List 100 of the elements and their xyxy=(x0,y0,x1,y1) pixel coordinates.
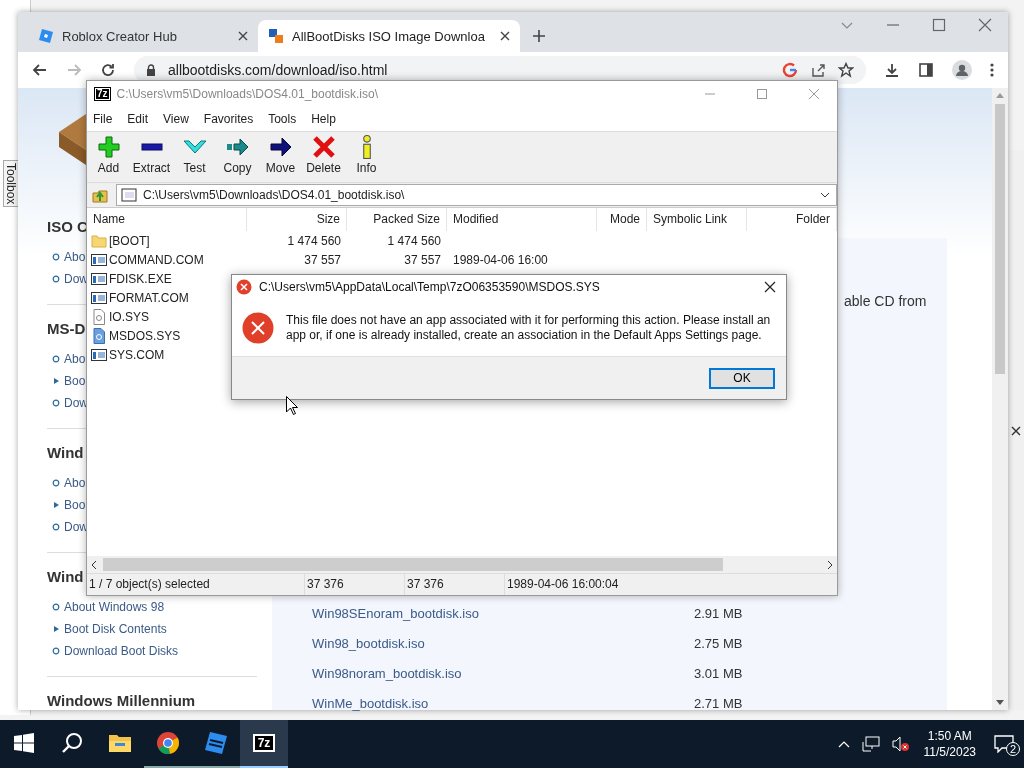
x-icon xyxy=(311,135,336,159)
column-header[interactable]: Symbolic Link xyxy=(647,208,747,231)
file-name[interactable]: FDISK.EXE xyxy=(109,271,172,286)
column-header[interactable]: Name xyxy=(87,208,247,231)
close-icon[interactable] xyxy=(764,281,776,293)
notification-count: 2 xyxy=(1006,742,1020,756)
reload-icon[interactable] xyxy=(100,62,116,78)
toolbar-button[interactable]: Copy xyxy=(216,133,259,181)
message-icon xyxy=(994,735,1014,753)
sidebar-link[interactable]: Boo xyxy=(64,374,86,388)
file-size: 37 557 xyxy=(304,252,341,267)
clock[interactable]: 1:50 AM 11/5/2023 xyxy=(915,729,984,759)
sidebar-link[interactable]: Download Boot Disks xyxy=(64,644,179,658)
scrollbar[interactable] xyxy=(992,88,1008,710)
file-name[interactable]: IO.SYS xyxy=(109,309,149,324)
file-name[interactable]: MSDOS.SYS xyxy=(109,328,181,343)
sidebar-link[interactable]: Abo xyxy=(64,250,86,264)
network-icon[interactable] xyxy=(861,736,880,752)
document-icon xyxy=(91,327,107,344)
error-icon xyxy=(242,311,274,344)
sidebar-link[interactable]: Abo xyxy=(64,476,86,490)
sidebar-link[interactable]: Abo xyxy=(64,352,86,366)
arrow-icon xyxy=(268,135,293,159)
sidebar-heading: Wind xyxy=(47,443,84,463)
clock-date: 11/5/2023 xyxy=(923,745,976,759)
scroll-thumb[interactable] xyxy=(995,104,1005,374)
sidebar-link[interactable]: About Windows 98 xyxy=(64,600,165,614)
download-link[interactable]: Win98SEnoram_bootdisk.iso xyxy=(312,599,694,629)
menu-item[interactable]: File xyxy=(93,112,113,126)
program-file-icon xyxy=(91,289,107,306)
file-name[interactable]: SYS.COM xyxy=(109,347,165,362)
toolbar-button[interactable]: Extract xyxy=(130,133,173,181)
file-name[interactable]: FORMAT.COM xyxy=(109,290,189,305)
path-field[interactable]: C:\Users\vm5\Downloads\DOS4.01_bootdisk.iso\ xyxy=(116,184,837,206)
download-icon[interactable] xyxy=(884,62,900,78)
download-link[interactable]: WinMe_bootdisk.iso xyxy=(312,689,694,719)
sidebar-link[interactable]: Boot Disk Contents xyxy=(64,622,167,636)
menu-item[interactable]: Help xyxy=(311,112,336,126)
share-icon[interactable] xyxy=(810,62,826,78)
menu-item[interactable]: Edit xyxy=(127,112,149,126)
toolbar-button[interactable]: Delete xyxy=(302,133,345,181)
back-icon[interactable] xyxy=(32,62,48,78)
ok-button[interactable]: OK xyxy=(709,367,775,389)
scroll-down-icon[interactable] xyxy=(996,700,1004,706)
column-header[interactable]: Folder xyxy=(747,208,837,231)
profile-icon[interactable] xyxy=(952,60,972,80)
file-name[interactable]: [BOOT] xyxy=(109,233,150,248)
download-link[interactable]: Win98noram_bootdisk.iso xyxy=(312,659,694,689)
column-header[interactable]: Size xyxy=(247,208,347,231)
taskbar-archiver-button[interactable]: 7z xyxy=(240,720,288,768)
download-link[interactable]: Win98_bootdisk.iso xyxy=(312,629,694,659)
status-text: 1989-04-06 16:00:04 xyxy=(506,576,620,593)
toolbar-button[interactable]: Move xyxy=(259,133,302,181)
search-icon xyxy=(61,732,83,754)
menu-icon[interactable] xyxy=(990,62,994,78)
scroll-left-icon[interactable] xyxy=(91,560,97,569)
triangle-bullet-icon xyxy=(52,625,60,633)
side-panel-icon[interactable] xyxy=(918,62,934,78)
program-file-icon xyxy=(91,270,107,287)
circle-bullet-icon xyxy=(52,647,60,655)
chevron-up-icon[interactable] xyxy=(837,740,850,748)
close-icon[interactable] xyxy=(238,31,248,41)
volume-muted-icon[interactable] xyxy=(891,736,910,752)
toolbox-tab[interactable]: Toolbox xyxy=(3,160,19,208)
notification-button[interactable]: 2 xyxy=(984,720,1024,768)
browser-tab[interactable]: AllBootDisks ISO Image Downloa xyxy=(258,20,520,52)
packed-size: 37 557 xyxy=(404,252,441,267)
toolbar-button[interactable]: Test xyxy=(173,133,216,181)
browser-tab[interactable]: Roblox Creator Hub xyxy=(28,20,258,52)
circle-bullet-icon xyxy=(52,603,60,611)
menu-item[interactable]: Favorites xyxy=(203,112,254,126)
toolbar-button[interactable]: Info xyxy=(345,133,388,181)
menu-item[interactable]: View xyxy=(163,112,189,126)
modified-date: 1989-04-06 16:00 xyxy=(453,252,548,267)
column-header[interactable]: Packed Size xyxy=(347,208,447,231)
horizontal-scrollbar[interactable] xyxy=(87,556,837,573)
sidebar-heading: MS-D xyxy=(47,319,86,339)
squares-icon xyxy=(268,28,284,44)
triangle-bullet-icon xyxy=(52,377,60,385)
scroll-thumb[interactable] xyxy=(103,558,723,571)
sidebar-link[interactable]: Boo xyxy=(64,498,86,512)
g-logo-icon[interactable] xyxy=(782,62,798,78)
packed-size: 1 474 560 xyxy=(387,233,441,248)
folder-up-icon[interactable] xyxy=(92,187,108,203)
file-name[interactable]: COMMAND.COM xyxy=(109,252,204,267)
plus-icon xyxy=(96,135,121,159)
maximize-icon[interactable] xyxy=(756,88,768,100)
circle-bullet-icon xyxy=(52,253,60,261)
column-header[interactable]: Modified xyxy=(447,208,597,231)
scroll-right-icon[interactable] xyxy=(827,560,833,569)
circle-bullet-icon xyxy=(52,479,60,487)
maximize-icon[interactable] xyxy=(932,18,946,32)
dropdown-caret-icon[interactable] xyxy=(820,192,830,198)
toolbar-button[interactable]: Add xyxy=(87,133,130,181)
close-icon[interactable] xyxy=(1011,426,1021,436)
star-icon[interactable] xyxy=(838,62,854,78)
menu-item[interactable]: Tools xyxy=(268,112,297,126)
column-header[interactable]: Mode xyxy=(597,208,647,231)
new-tab-icon[interactable] xyxy=(532,29,546,43)
close-icon[interactable] xyxy=(500,31,510,41)
